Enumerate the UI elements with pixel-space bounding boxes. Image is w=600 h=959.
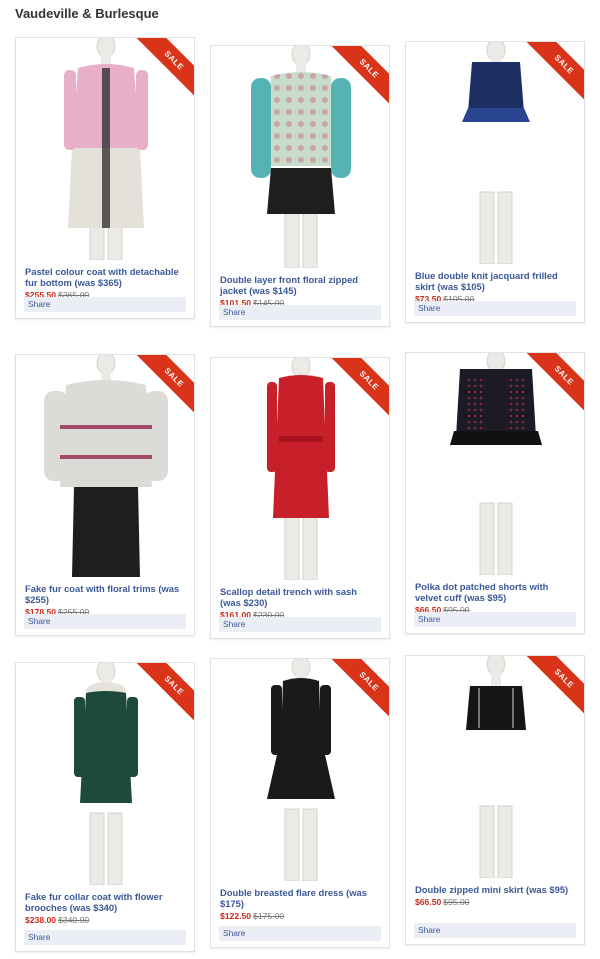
share-button[interactable]: Share (414, 612, 576, 627)
product-card[interactable]: SALE Fake fur coat with floral trims (wa… (15, 354, 195, 636)
product-card[interactable]: SALE Fake fur collar coat with flower br… (15, 662, 195, 952)
product-prices: $66.50 $95.00 (415, 897, 575, 907)
product-card[interactable]: SALE Double breasted flare dress (was $1… (210, 658, 390, 948)
product-title-link[interactable]: Double layer front floral zipped jacket … (220, 274, 380, 296)
product-card[interactable]: SALE Double zipped mini skirt (was $95) … (405, 655, 585, 945)
sale-price: $122.50 (220, 911, 252, 921)
product-title-link[interactable]: Double breasted flare dress (was $175) (220, 887, 380, 909)
product-prices: $238.00 $340.00 (25, 915, 185, 925)
product-title-link[interactable]: Blue double knit jacquard frilled skirt … (415, 270, 575, 292)
product-card[interactable]: SALE Scallop detail trench with sash (wa… (210, 357, 390, 639)
product-card[interactable]: SALE Blue double knit jacquard frilled s… (405, 41, 585, 323)
original-price: $340.00 (58, 915, 90, 925)
share-button[interactable]: Share (219, 305, 381, 320)
product-image[interactable]: SALE (406, 656, 584, 878)
product-image[interactable]: SALE (211, 46, 389, 268)
sale-price: $66.50 (415, 897, 442, 907)
original-price: $175.00 (253, 911, 285, 921)
share-button[interactable]: Share (24, 614, 186, 629)
share-button[interactable]: Share (24, 297, 186, 312)
product-title-link[interactable]: Fake fur coat with floral trims (was $25… (25, 583, 185, 605)
product-image[interactable]: SALE (406, 42, 584, 264)
page-title: Vaudeville & Burlesque (15, 6, 159, 21)
original-price: $95.00 (443, 897, 470, 907)
product-title-link[interactable]: Fake fur collar coat with flower brooche… (25, 891, 185, 913)
product-title-link[interactable]: Polka dot patched shorts with velvet cuf… (415, 581, 575, 603)
product-title-link[interactable]: Scallop detail trench with sash (was $23… (220, 586, 380, 608)
product-title-link[interactable]: Pastel colour coat with detachable fur b… (25, 266, 185, 288)
product-image[interactable]: SALE (16, 38, 194, 260)
share-button[interactable]: Share (414, 301, 576, 316)
product-image[interactable]: SALE (16, 355, 194, 577)
share-button[interactable]: Share (24, 930, 186, 945)
product-prices: $122.50 $175.00 (220, 911, 380, 921)
sale-price: $238.00 (25, 915, 57, 925)
share-button[interactable]: Share (219, 926, 381, 941)
product-card[interactable]: SALE Double layer front floral zipped ja… (210, 45, 390, 327)
share-button[interactable]: Share (219, 617, 381, 632)
product-card[interactable]: SALE Pastel colour coat with detachable … (15, 37, 195, 319)
product-card[interactable]: SALE Polka dot patched shorts with velve… (405, 352, 585, 634)
product-image[interactable]: SALE (211, 659, 389, 881)
share-button[interactable]: Share (414, 923, 576, 938)
product-image[interactable]: SALE (211, 358, 389, 580)
product-title-link[interactable]: Double zipped mini skirt (was $95) (415, 884, 575, 895)
product-image[interactable]: SALE (16, 663, 194, 885)
product-image[interactable]: SALE (406, 353, 584, 575)
